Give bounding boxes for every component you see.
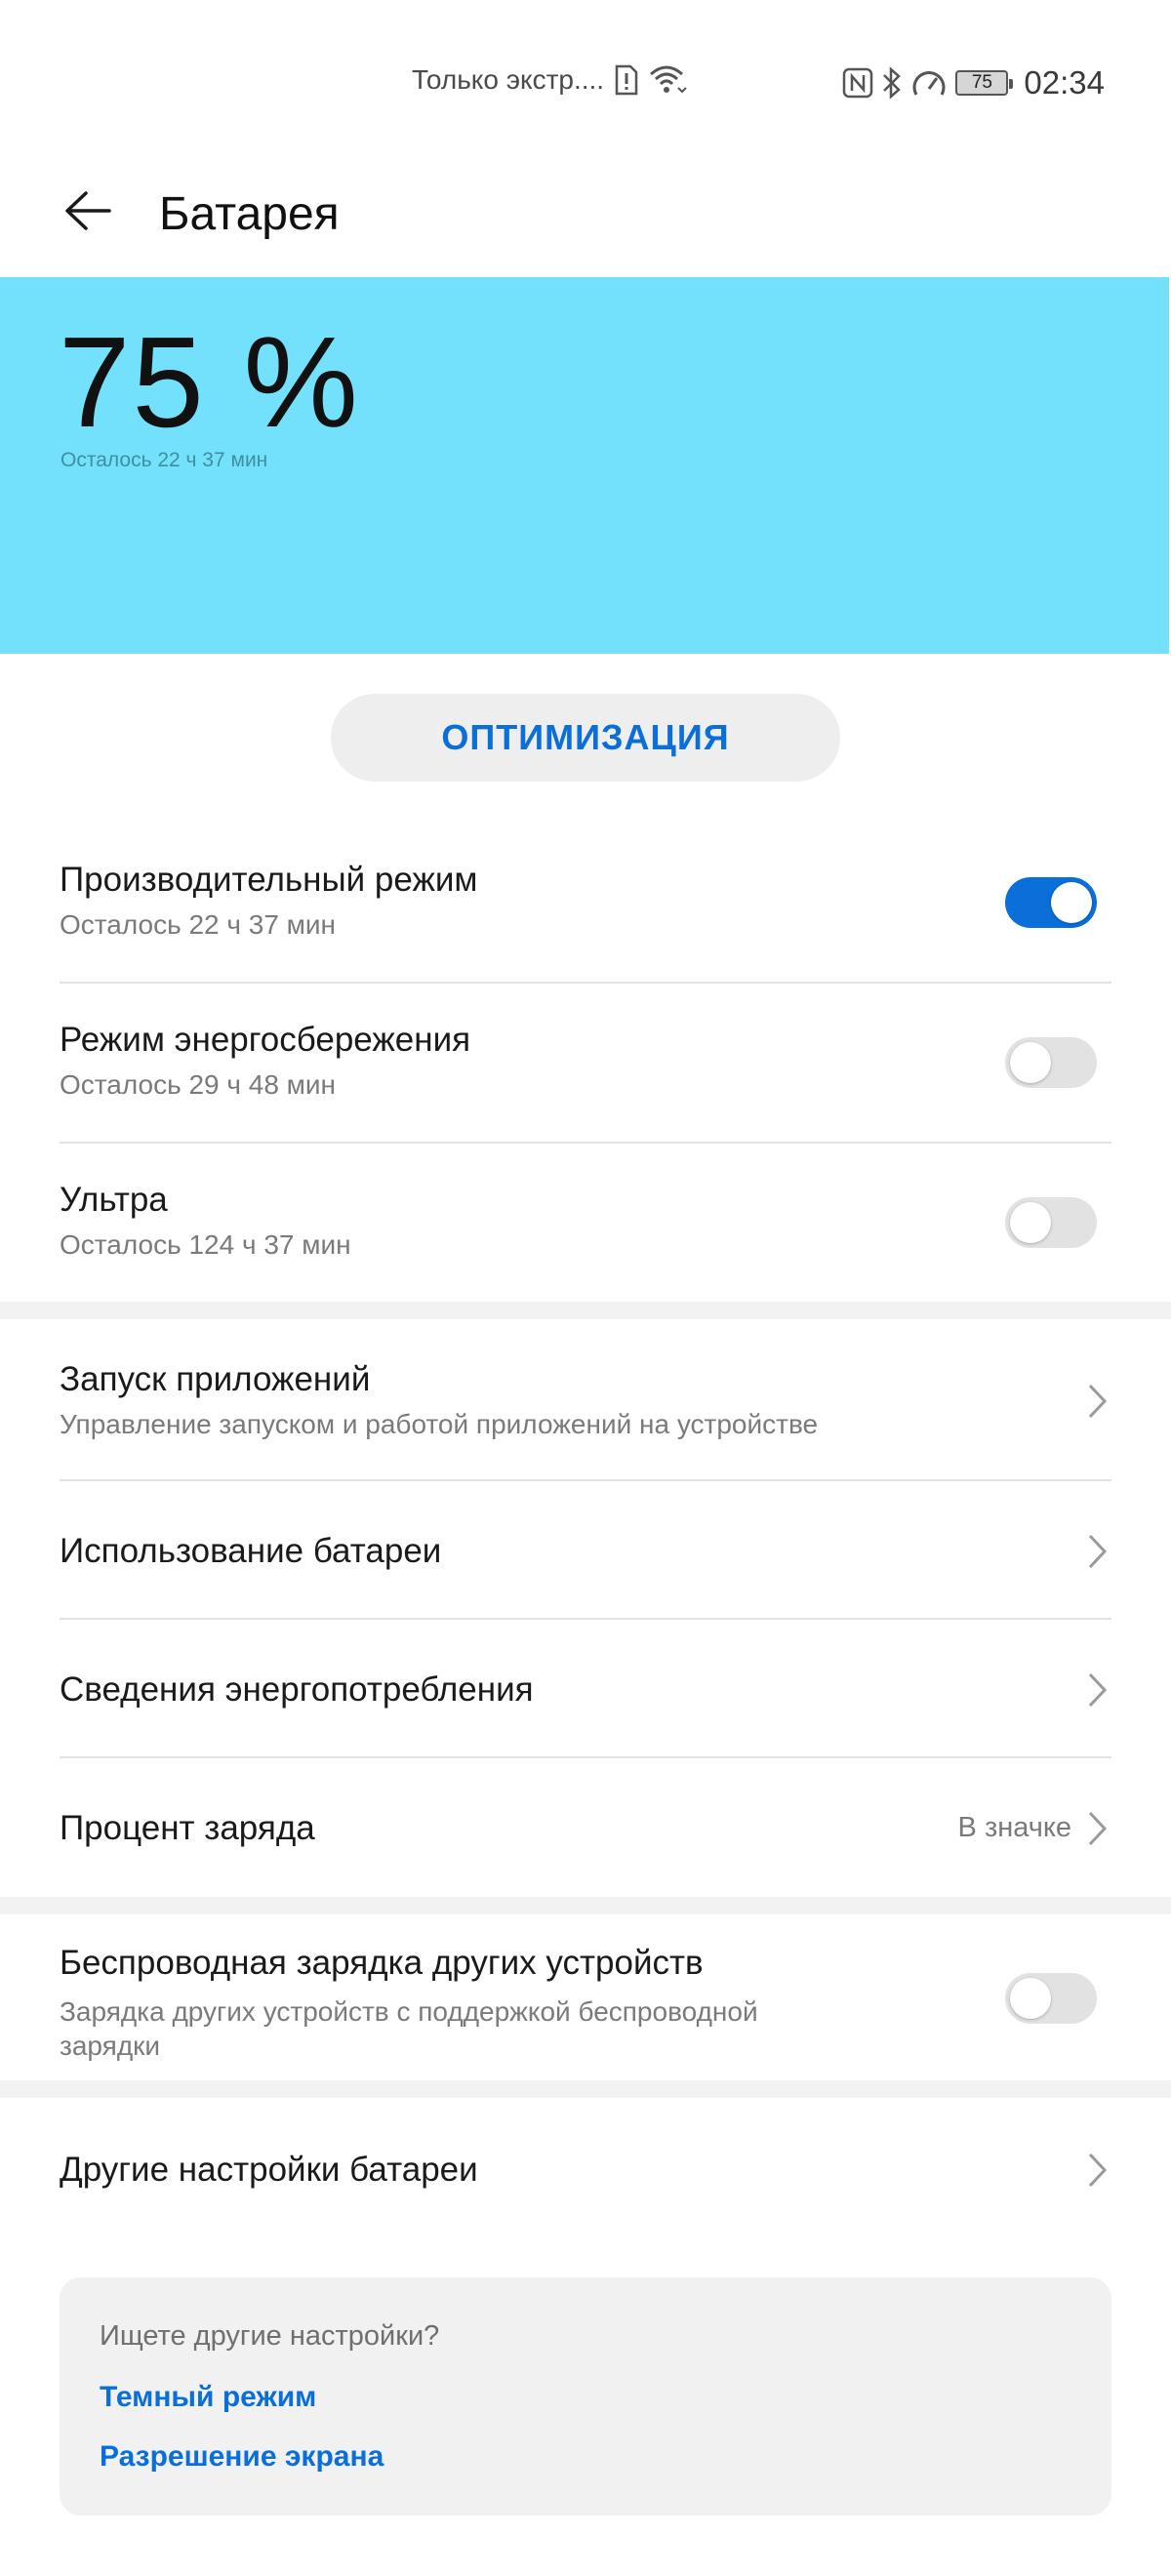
mode-row-power-saving[interactable]: Режим энергосбережения Осталось 29 ч 48 … (60, 1019, 1111, 1102)
optimize-button[interactable]: ОПТИМИЗАЦИЯ (331, 694, 840, 782)
app-header: Батарея (0, 166, 1171, 283)
battery-remaining: Осталось 22 ч 37 мин (61, 449, 268, 471)
toggle-knob (1010, 1978, 1051, 2019)
back-button[interactable] (59, 181, 117, 240)
charge-percent-value: В значке (957, 1812, 1071, 1843)
screen-resolution-link[interactable]: Разрешение экрана (100, 2440, 384, 2474)
mode-subtitle: Осталось 124 ч 37 мин (60, 1228, 351, 1260)
dark-mode-link[interactable]: Темный режим (100, 2381, 316, 2414)
section-separator (0, 2080, 1171, 2098)
wireless-charging-toggle[interactable] (1005, 1973, 1097, 2024)
settings-row-app-launch[interactable]: Запуск приложений Управление запуском и … (60, 1358, 1111, 1441)
other-battery-settings-row[interactable]: Другие настройки батареи (60, 2149, 1111, 2192)
mode-subtitle: Осталось 22 ч 37 мин (60, 908, 337, 940)
divider (60, 1618, 1111, 1620)
chevron-right-icon (1088, 1672, 1108, 1708)
section-separator (0, 1897, 1171, 1914)
setting-title: Другие настройки батареи (60, 2151, 478, 2189)
status-notice: Только экстр.... (412, 64, 605, 95)
battery-icon: 75 (955, 70, 1014, 96)
sim-alert-icon (614, 64, 639, 96)
setting-title: Процент заряда (60, 1809, 315, 1847)
chevron-right-icon (1088, 1811, 1108, 1846)
section-separator (0, 1302, 1171, 1319)
mode-title: Производительный режим (60, 861, 478, 899)
nfc-icon (842, 67, 873, 99)
setting-subtitle: Управление запуском и работой приложений… (60, 1408, 819, 1439)
performance-mode-toggle[interactable] (1005, 877, 1097, 928)
suggestions-card: Ищете другие настройки? Темный режим Раз… (60, 2277, 1111, 2516)
mode-row-ultra[interactable]: Ультра Осталось 124 ч 37 мин (60, 1179, 1111, 1262)
battery-hero-panel: 75 % Осталось 22 ч 37 мин (0, 277, 1169, 654)
ultra-mode-toggle[interactable] (1005, 1197, 1097, 1248)
speedometer-icon (910, 67, 948, 99)
chevron-right-icon (1088, 2153, 1108, 2188)
mode-subtitle: Осталось 29 ч 48 мин (60, 1068, 337, 1100)
setting-title: Использование батареи (60, 1532, 442, 1570)
settings-row-power-consumption[interactable]: Сведения энергопотребления (60, 1669, 1111, 1711)
toggle-knob (1051, 882, 1092, 923)
chevron-right-icon (1088, 1534, 1108, 1569)
wifi-icon (649, 64, 688, 96)
status-right: 75 02:34 (842, 64, 1105, 101)
battery-level-text: 75 (971, 72, 992, 93)
divider (60, 1142, 1111, 1144)
wireless-subtitle-line: зарядки (60, 2030, 161, 2061)
toggle-knob (1010, 1042, 1051, 1083)
toggle-knob (1010, 1202, 1051, 1243)
back-arrow-icon (65, 191, 111, 230)
status-left: Только экстр.... (412, 64, 688, 96)
wireless-title: Беспроводная зарядка других устройств (60, 1944, 704, 1982)
wireless-subtitle: Зарядка других устройств с поддержкой бе… (60, 1994, 860, 2063)
status-bar: Только экстр.... 75 02:34 (0, 0, 1171, 146)
divider (60, 1756, 1111, 1758)
mode-title: Ультра (60, 1181, 168, 1219)
power-saving-toggle[interactable] (1005, 1037, 1097, 1088)
suggestions-question: Ищете другие настройки? (100, 2320, 440, 2352)
clock: 02:34 (1024, 64, 1105, 101)
bluetooth-icon (881, 66, 903, 100)
mode-title: Режим энергосбережения (60, 1021, 471, 1059)
page-title: Батарея (159, 188, 340, 240)
mode-row-performance[interactable]: Производительный режим Осталось 22 ч 37 … (60, 859, 1111, 942)
wireless-charging-row[interactable]: Беспроводная зарядка других устройств За… (60, 1942, 860, 2063)
divider (60, 1479, 1111, 1481)
battery-percent: 75 % (59, 310, 360, 454)
setting-title: Запуск приложений (60, 1360, 371, 1398)
settings-row-battery-usage[interactable]: Использование батареи (60, 1530, 1111, 1573)
divider (60, 982, 1111, 984)
setting-title: Сведения энергопотребления (60, 1670, 534, 1709)
wireless-subtitle-line: Зарядка других устройств с поддержкой бе… (60, 1995, 758, 2027)
chevron-right-icon (1088, 1384, 1108, 1419)
settings-row-charge-percent[interactable]: Процент заряда (60, 1807, 1111, 1850)
